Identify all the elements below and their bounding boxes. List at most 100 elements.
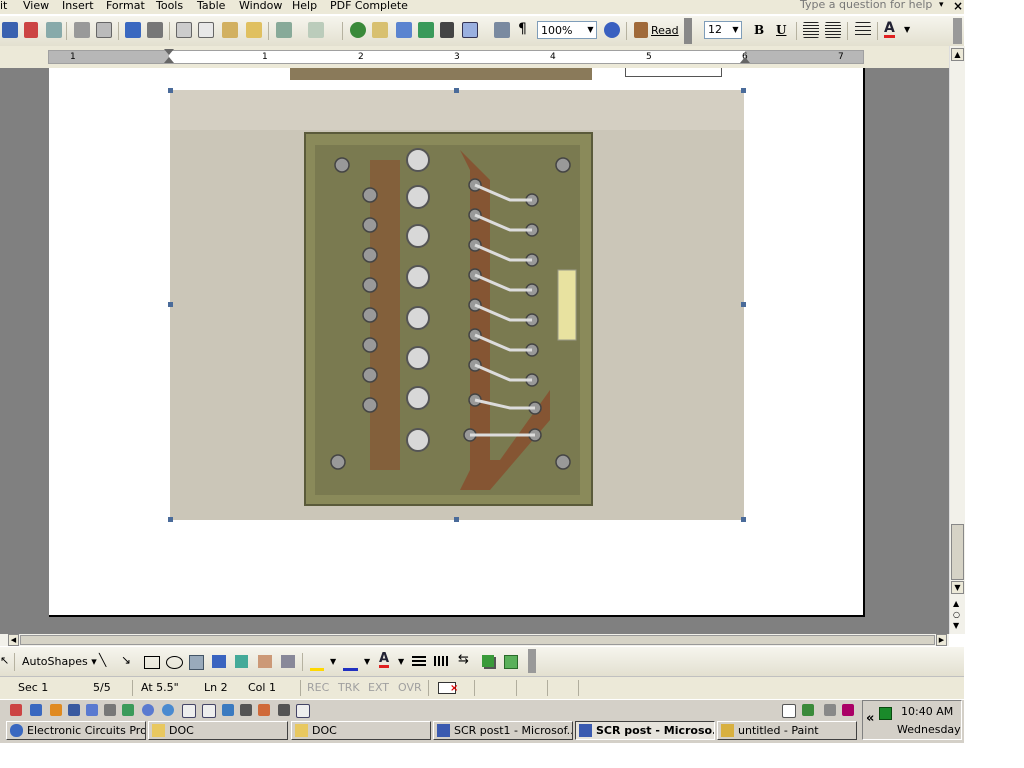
tray-icon[interactable] [782, 704, 796, 718]
clip-art-icon[interactable] [258, 655, 272, 668]
insert-excel-icon[interactable] [418, 22, 434, 38]
resize-handle[interactable] [454, 517, 459, 522]
line-tool-icon[interactable]: ╲ [99, 653, 106, 667]
menu-insert[interactable]: Insert [62, 0, 94, 14]
3d-style-icon[interactable] [504, 655, 518, 669]
help-icon[interactable] [604, 22, 620, 38]
menu-window[interactable]: Window [239, 0, 282, 14]
resize-handle[interactable] [741, 302, 746, 307]
pcb-photo[interactable] [168, 88, 746, 522]
quick-launch-icon[interactable] [10, 704, 22, 716]
menu-format[interactable]: Format [106, 0, 145, 14]
save-icon[interactable] [2, 22, 18, 38]
taskbar-button-electronic-circuits[interactable]: Electronic Circuits Pro... [6, 721, 146, 740]
clock-time[interactable]: 10:40 AM [901, 705, 953, 718]
font-color-button[interactable]: A [884, 21, 895, 38]
menu-view[interactable]: View [23, 0, 49, 14]
scroll-thumb[interactable] [951, 524, 964, 580]
drawing-toggle-icon[interactable] [462, 22, 478, 38]
fill-color-icon[interactable] [310, 655, 324, 671]
dash-style-icon[interactable] [434, 656, 450, 666]
menu-help[interactable]: Help [292, 0, 317, 14]
horizontal-scroll-thumb[interactable] [20, 635, 935, 645]
status-ovr[interactable]: OVR [398, 681, 422, 695]
chevron-down-icon[interactable]: ▼ [586, 23, 595, 37]
document-map-icon[interactable] [494, 22, 510, 38]
spelling-icon[interactable] [125, 22, 141, 38]
taskbar-button-scr-post[interactable]: SCR post - Microso... [575, 721, 715, 740]
status-trk[interactable]: TRK [338, 681, 360, 695]
copy-icon[interactable] [198, 22, 214, 38]
oval-tool-icon[interactable] [166, 656, 183, 669]
format-painter-icon[interactable] [246, 22, 262, 38]
paste-icon[interactable] [222, 22, 238, 38]
tray-icon[interactable] [802, 704, 814, 716]
line-style-icon[interactable] [412, 656, 426, 666]
taskbar-button-doc-1[interactable]: DOC [148, 721, 288, 740]
scroll-down-icon[interactable]: ▼ [951, 581, 964, 594]
read-button[interactable]: Read [651, 24, 679, 37]
close-document-icon[interactable]: × [953, 0, 963, 13]
quick-launch-icon[interactable] [122, 704, 134, 716]
quick-launch-icon[interactable] [86, 704, 98, 716]
insert-table-icon[interactable] [396, 22, 412, 38]
tray-icon[interactable] [842, 704, 854, 716]
left-indent-marker[interactable] [164, 57, 174, 63]
select-objects-icon[interactable]: ↖ [0, 654, 9, 667]
quick-launch-icon[interactable] [296, 704, 310, 718]
quick-launch-icon[interactable] [182, 704, 196, 718]
toolbar-options-icon[interactable] [528, 649, 536, 673]
menu-tools[interactable]: Tools [156, 0, 183, 14]
chevron-down-icon[interactable]: ▼ [398, 657, 404, 666]
toolbar-overflow-icon[interactable] [953, 18, 962, 44]
resize-handle[interactable] [168, 88, 173, 93]
preview-icon[interactable] [96, 22, 112, 38]
toolbar-options-icon[interactable] [684, 18, 692, 44]
scroll-left-icon[interactable]: ◀ [8, 634, 19, 646]
tables-borders-icon[interactable] [372, 22, 388, 38]
status-rec[interactable]: REC [307, 681, 329, 695]
resize-handle[interactable] [168, 517, 173, 522]
help-search-input[interactable]: Type a question for help [800, 0, 940, 12]
quick-launch-icon[interactable] [202, 704, 216, 718]
taskbar-button-paint[interactable]: untitled - Paint [717, 721, 857, 740]
align-right-icon[interactable] [825, 22, 841, 38]
tray-icon[interactable] [824, 704, 836, 716]
chevron-down-icon[interactable]: ▼ [904, 25, 910, 34]
quick-launch-icon[interactable] [50, 704, 62, 716]
font-size-select[interactable]: 12 ▼ [704, 21, 742, 39]
network-icon[interactable] [879, 707, 892, 720]
resize-handle[interactable] [454, 88, 459, 93]
research-icon[interactable] [147, 22, 163, 38]
horizontal-ruler[interactable]: 1 1 2 3 4 5 6 7 [48, 49, 864, 64]
vertical-scrollbar[interactable]: ▲ ▼ ▲ ○ ▼ [949, 46, 965, 634]
menu-table[interactable]: Table [197, 0, 225, 14]
shadow-style-icon[interactable] [482, 655, 494, 667]
show-desktop-icon[interactable] [68, 704, 80, 716]
help-dropdown-arrow-icon[interactable]: ▾ [939, 0, 944, 10]
read-book-icon[interactable] [634, 22, 648, 38]
quick-launch-icon[interactable] [142, 704, 154, 716]
quick-launch-icon[interactable] [222, 704, 234, 716]
insert-picture-icon[interactable] [281, 655, 295, 668]
autoshapes-menu[interactable]: AutoShapes ▾ [22, 655, 97, 668]
quick-launch-icon[interactable] [258, 704, 270, 716]
taskbar-button-scr-post1[interactable]: SCR post1 - Microsof... [433, 721, 573, 740]
menu-edit[interactable]: it [0, 0, 7, 14]
next-page-icon[interactable]: ▼ [953, 621, 959, 630]
arrow-style-icon[interactable]: ⇆ [458, 652, 469, 667]
cut-icon[interactable] [176, 22, 192, 38]
quick-launch-icon[interactable] [278, 704, 290, 716]
quick-launch-icon[interactable] [240, 704, 252, 716]
print-preview-icon[interactable] [46, 22, 62, 38]
chevron-down-icon[interactable]: ▼ [364, 657, 370, 666]
permission-icon[interactable] [24, 22, 38, 38]
quick-launch-icon[interactable] [104, 704, 116, 716]
line-color-icon[interactable] [343, 655, 358, 671]
scroll-right-icon[interactable]: ▶ [936, 634, 947, 646]
resize-handle[interactable] [168, 302, 173, 307]
resize-handle[interactable] [741, 517, 746, 522]
bold-button[interactable]: B [754, 23, 764, 37]
diagram-icon[interactable] [235, 655, 248, 668]
previous-page-icon[interactable]: ▲ [953, 599, 959, 608]
